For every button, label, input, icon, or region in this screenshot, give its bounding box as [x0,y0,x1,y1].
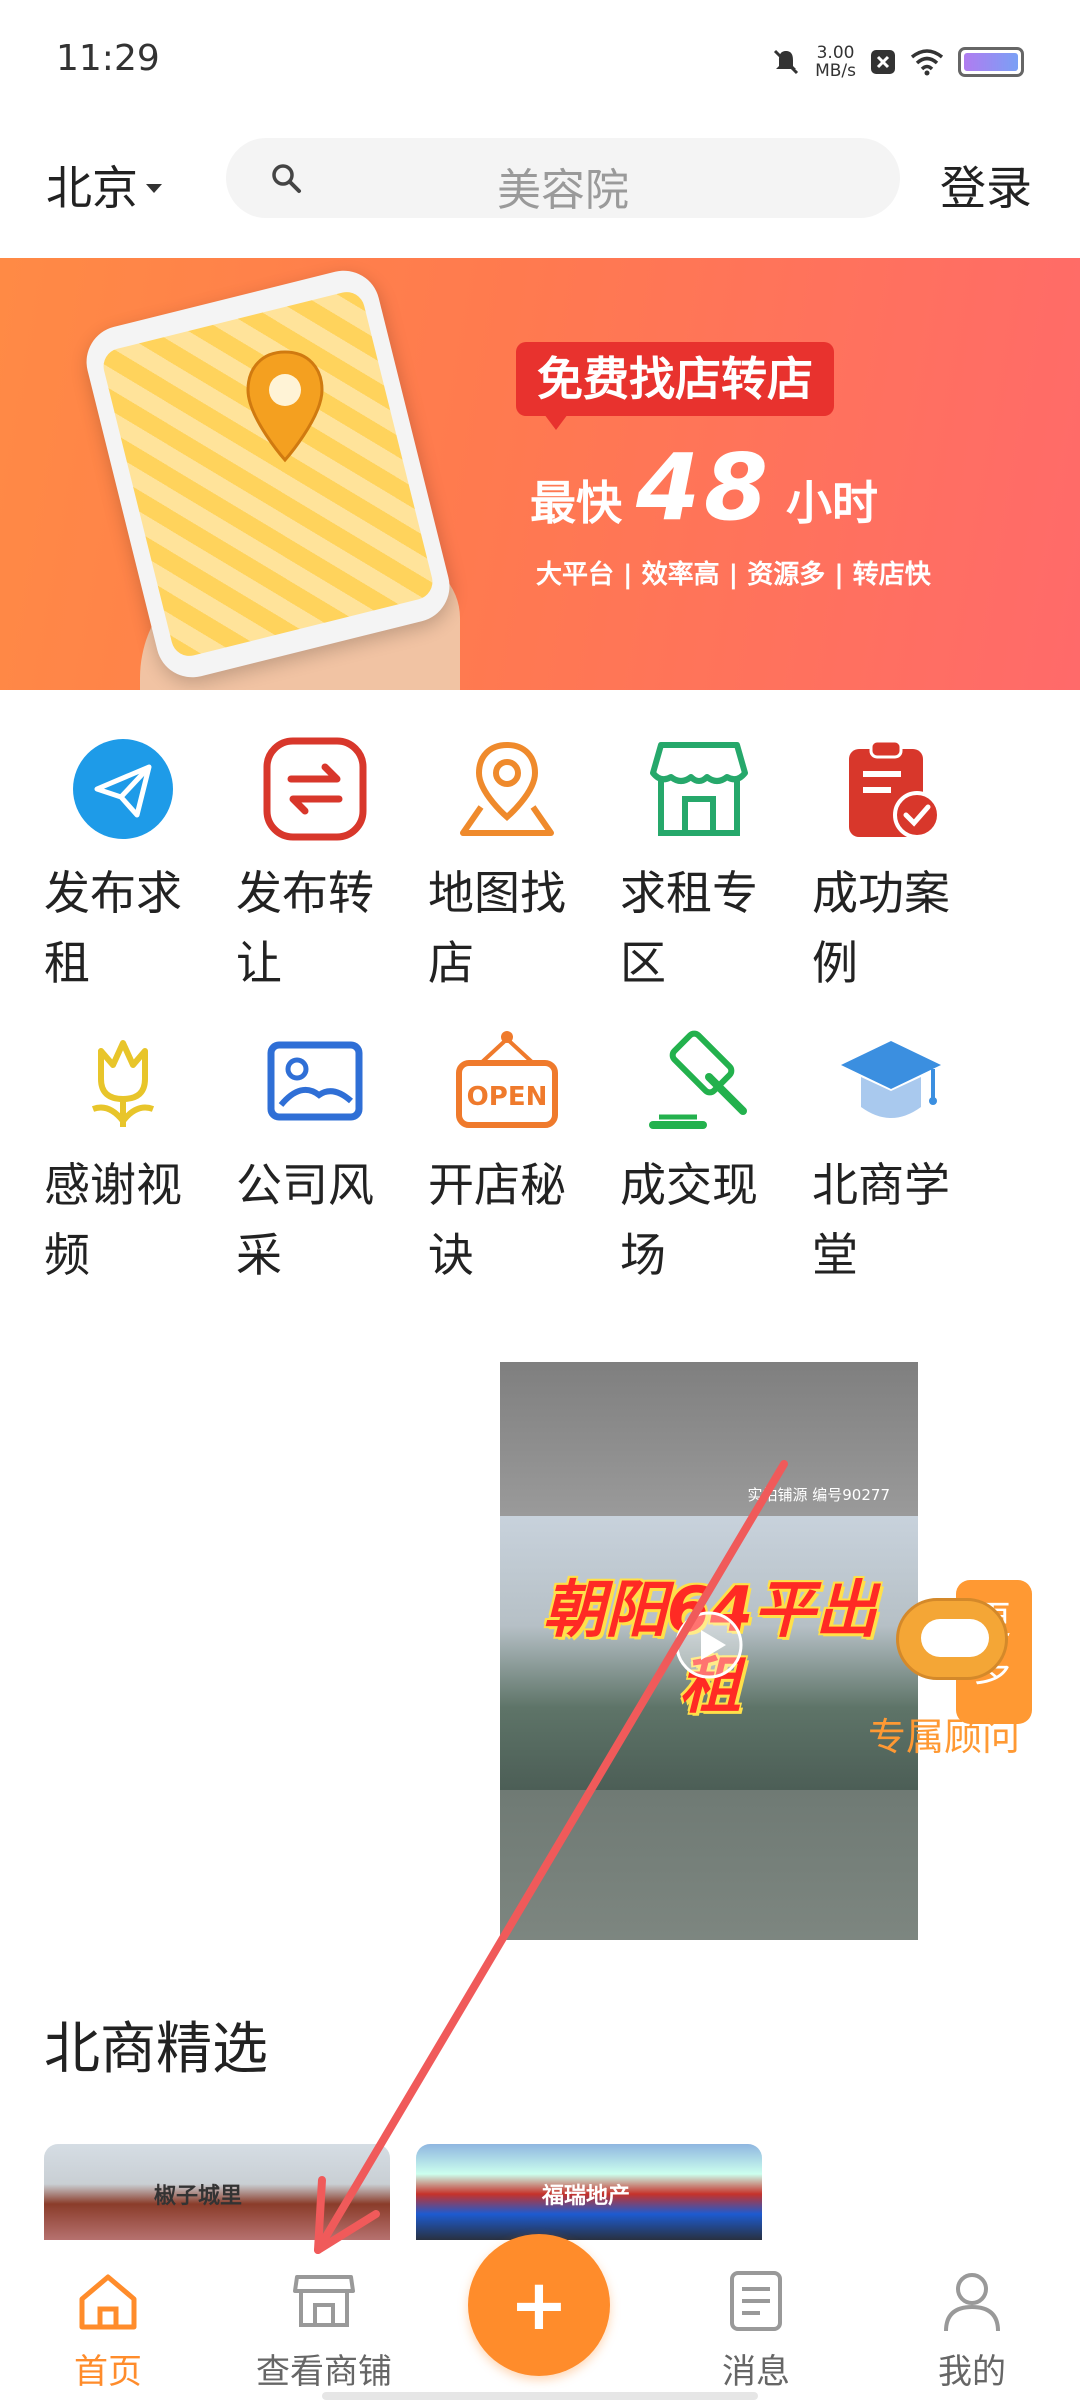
grid-item-thanks-video[interactable]: 感谢视频 [44,1026,194,1290]
grid-item-opening-tips[interactable]: OPEN 开店秘诀 [428,1026,578,1290]
clipboard-check-icon [836,734,946,844]
nav-item-home[interactable]: 首页 [28,2266,188,2393]
nav-label: 我的 [938,2352,1006,2392]
grid-label: 成交现场 [620,1158,758,1282]
home-icon [73,2266,143,2336]
notification-x-icon [871,50,895,74]
open-sign-icon: OPEN [452,1026,562,1136]
grid-item-publish-rent[interactable]: 发布求租 [44,734,194,998]
wifi-icon [910,49,944,76]
promo-banner[interactable]: 免费找店转店 最快 48 小时 大平台 | 效率高 | 资源多 | 转店快 [0,258,1080,690]
grid-label: 北商学堂 [812,1158,950,1282]
grid-label: 发布求租 [44,866,182,990]
nav-label: 查看商铺 [256,2352,392,2392]
map-pin-icon [452,734,562,844]
grid-item-academy[interactable]: 北商学堂 [812,1026,962,1290]
mute-bell-icon [774,49,799,75]
play-icon[interactable] [674,1610,744,1680]
grid-item-publish-transfer[interactable]: 发布转让 [236,734,386,998]
status-time: 11:29 [56,38,160,79]
listing-thumbnail[interactable]: 福瑞地产 [416,2144,762,2244]
listing-thumbnail[interactable]: 椒子城里 [44,2144,390,2244]
top-header: 北京 美容院 登录 [0,130,1080,230]
status-bar: 11:29 3.00 MB/s [0,0,1080,120]
city-label: 北京 [46,161,138,215]
battery-icon [958,47,1024,77]
message-doc-icon [721,2266,791,2336]
login-button[interactable]: 登录 [940,152,1032,218]
video-tag: 实拍铺源 编号90277 [747,1486,891,1504]
gavel-icon [644,1026,754,1136]
caret-down-icon [146,183,162,193]
phone-illustration [78,263,458,685]
graduation-cap-icon [836,1026,946,1136]
nav-label: 消息 [722,2352,790,2392]
nav-item-me[interactable]: 我的 [892,2266,1052,2393]
grid-item-success-cases[interactable]: 成功案例 [812,734,962,998]
section-title: 北商精选 [44,2017,268,2082]
grid-item-map-search[interactable]: 地图找店 [428,734,578,998]
home-indicator[interactable] [322,2392,758,2400]
paper-plane-icon [68,734,178,844]
location-pin-icon [246,350,324,463]
nav-item-shops[interactable]: 查看商铺 [244,2266,404,2393]
svg-text:OPEN: OPEN [467,1082,548,1112]
plus-icon: + [509,2264,569,2346]
status-icons: 3.00 MB/s [771,44,1024,80]
grid-label: 开店秘诀 [428,1158,566,1282]
grid-label: 感谢视频 [44,1158,182,1282]
thumbnail-sign: 福瑞地产 [542,2184,631,2209]
grid-item-deal-scene[interactable]: 成交现场 [620,1026,770,1290]
search-placeholder: 美容院 [497,165,629,216]
image-icon [260,1026,370,1136]
grid-label: 成功案例 [812,866,950,990]
banner-badge: 免费找店转店 [516,342,834,430]
city-selector[interactable]: 北京 [46,152,162,218]
grid-label: 地图找店 [428,866,566,990]
grid-label: 求租专区 [620,866,758,990]
add-publish-button[interactable]: + [468,2234,610,2376]
grid-item-company-style[interactable]: 公司风采 [236,1026,386,1290]
video-card[interactable]: 实拍铺源 编号90277 朝阳64平出租 [500,1362,918,1940]
robot-icon [896,1598,1008,1680]
user-icon [937,2266,1007,2336]
storefront-icon [644,734,754,844]
search-input[interactable]: 美容院 [226,138,900,218]
nav-item-messages[interactable]: 消息 [676,2266,836,2393]
transfer-arrows-icon [260,734,370,844]
flower-icon [68,1026,178,1136]
grid-item-rent-zone[interactable]: 求租专区 [620,734,770,998]
net-speed: 3.00 MB/s [815,43,856,81]
grid-label: 公司风采 [236,1158,374,1282]
nav-label: 首页 [74,2352,142,2392]
banner-headline: 最快 48 小时 [530,434,879,541]
grid-label: 发布转让 [236,866,374,990]
banner-subline: 大平台 | 效率高 | 资源多 | 转店快 [536,560,931,590]
thumbnail-sign: 椒子城里 [154,2184,243,2209]
consultant-label[interactable]: 专属顾问 [868,1706,1020,1761]
shop-icon [289,2266,359,2336]
